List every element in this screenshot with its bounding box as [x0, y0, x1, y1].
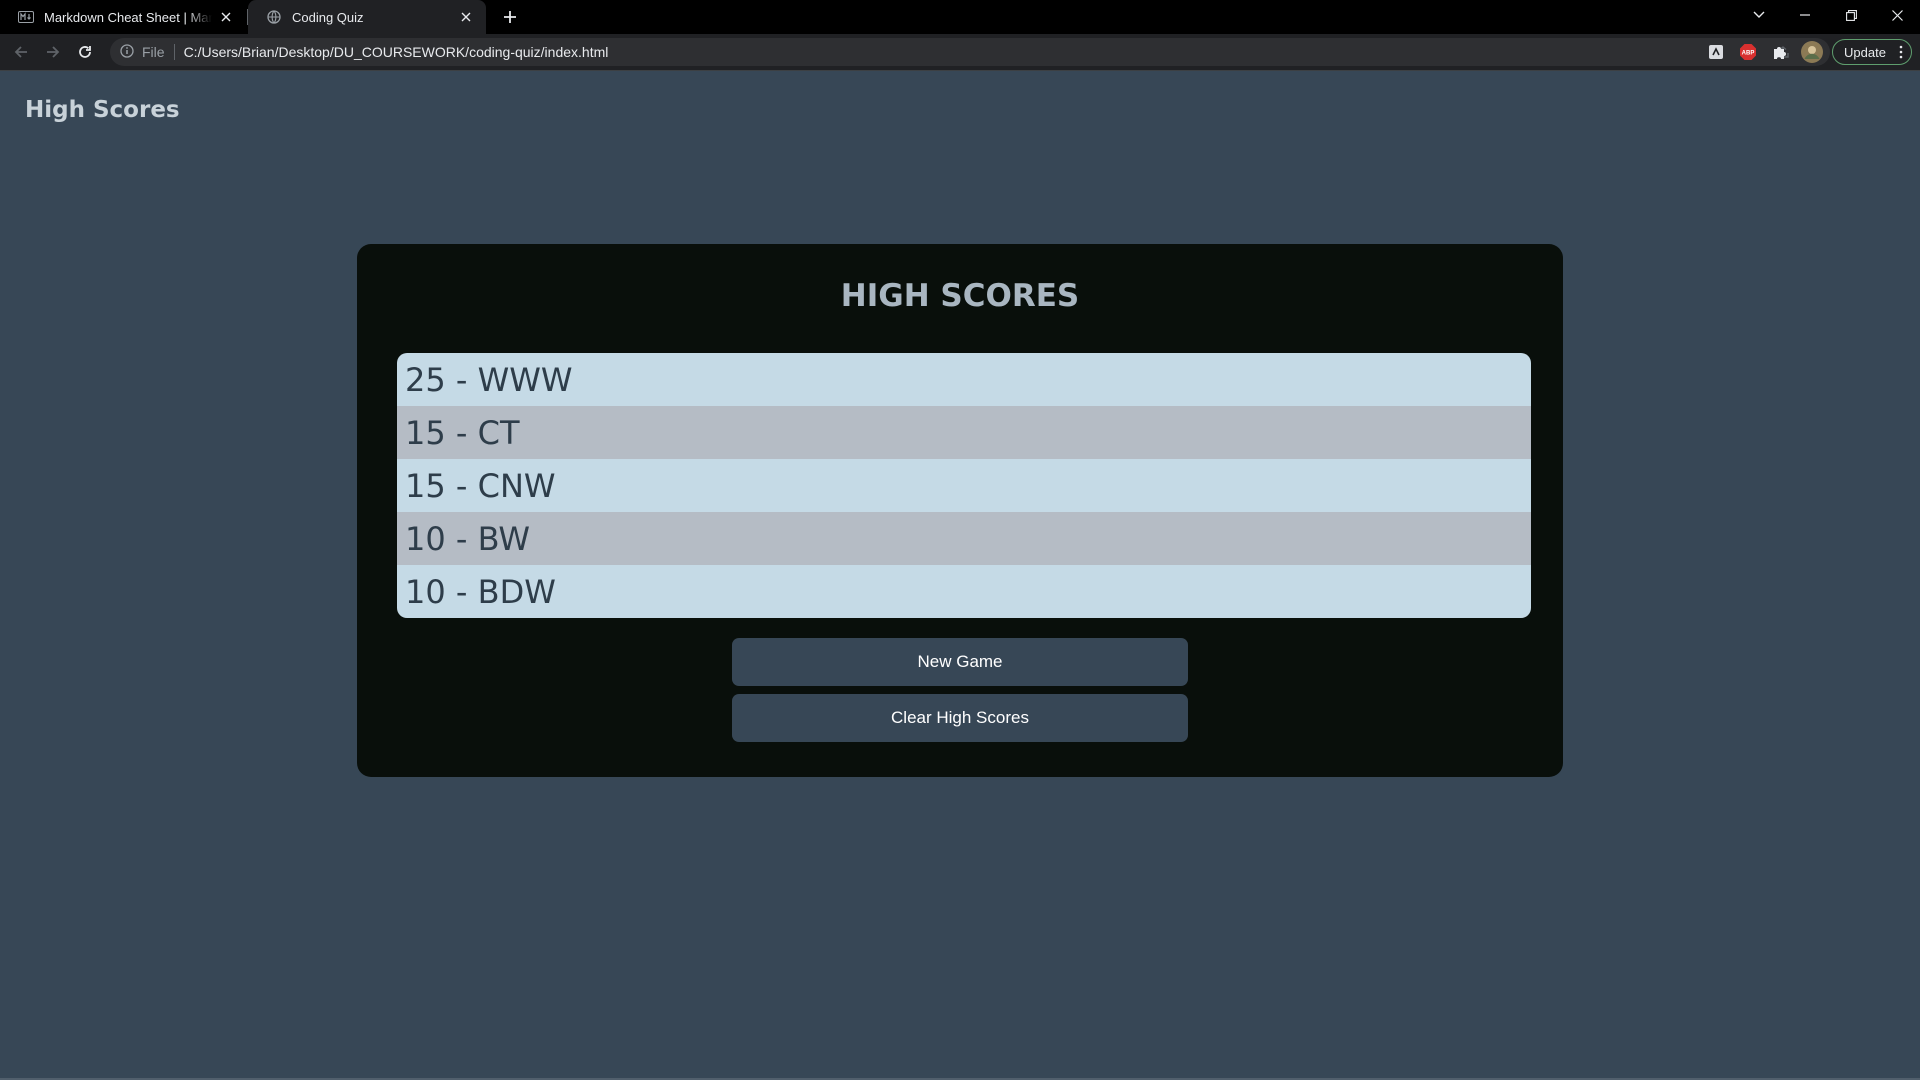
- toolbar-divider: [0, 70, 1920, 71]
- adblock-icon[interactable]: ABP: [1737, 41, 1759, 63]
- score-list: 25 - WWW 15 - CT 15 - CNW 10 - BW 10 - B…: [397, 353, 1531, 618]
- forward-icon[interactable]: [40, 39, 66, 65]
- extensions-puzzle-icon[interactable]: [1769, 41, 1791, 63]
- high-scores-card: HIGH SCORES 25 - WWW 15 - CT 15 - CNW 10…: [357, 244, 1563, 777]
- score-row: 15 - CT: [397, 406, 1531, 459]
- update-button[interactable]: Update: [1832, 39, 1912, 65]
- update-label: Update: [1844, 44, 1886, 60]
- scheme-label: File: [142, 44, 165, 60]
- card-title: HIGH SCORES: [840, 278, 1080, 314]
- score-row: 10 - BDW: [397, 565, 1531, 618]
- address-divider: [173, 44, 175, 60]
- tab-strip: Markdown Cheat Sheet | Markdown Guide Co…: [0, 0, 1920, 34]
- clear-high-scores-button[interactable]: Clear High Scores: [732, 694, 1188, 742]
- score-row: 10 - BW: [397, 512, 1531, 565]
- close-icon[interactable]: [218, 9, 234, 25]
- minimize-icon[interactable]: [1782, 0, 1828, 30]
- menu-kebab-icon: [1899, 45, 1903, 62]
- close-icon[interactable]: [458, 9, 474, 25]
- reader-extension-icon[interactable]: [1705, 41, 1727, 63]
- tab-title: Coding Quiz: [292, 9, 364, 25]
- reload-icon[interactable]: [72, 39, 98, 65]
- url-text[interactable]: C:/Users/Brian/Desktop/DU_COURSEWORK/cod…: [184, 44, 609, 60]
- new-tab-button[interactable]: [498, 5, 522, 29]
- markdown-icon: [18, 9, 34, 25]
- tab-coding-quiz[interactable]: Coding Quiz: [248, 0, 486, 34]
- restore-icon[interactable]: [1828, 0, 1874, 30]
- svg-text:ABP: ABP: [1742, 51, 1755, 57]
- tab-markdown-cheat-sheet[interactable]: Markdown Cheat Sheet | Markdown Guide: [0, 0, 246, 34]
- profile-avatar[interactable]: [1801, 41, 1823, 63]
- close-window-icon[interactable]: [1874, 0, 1920, 30]
- new-game-button[interactable]: New Game: [732, 638, 1188, 686]
- back-icon[interactable]: [8, 39, 34, 65]
- globe-icon: [266, 9, 282, 25]
- score-row: 15 - CNW: [397, 459, 1531, 512]
- browser-toolbar: File C:/Users/Brian/Desktop/DU_COURSEWOR…: [0, 34, 1920, 70]
- view-high-scores-link[interactable]: High Scores: [25, 97, 180, 123]
- tab-title: Markdown Cheat Sheet | Markdown Guide: [44, 9, 212, 25]
- site-info-icon[interactable]: [120, 43, 134, 61]
- address-bar[interactable]: File C:/Users/Brian/Desktop/DU_COURSEWOR…: [110, 38, 1830, 66]
- score-row: 25 - WWW: [397, 353, 1531, 406]
- tab-search-icon[interactable]: [1736, 0, 1782, 30]
